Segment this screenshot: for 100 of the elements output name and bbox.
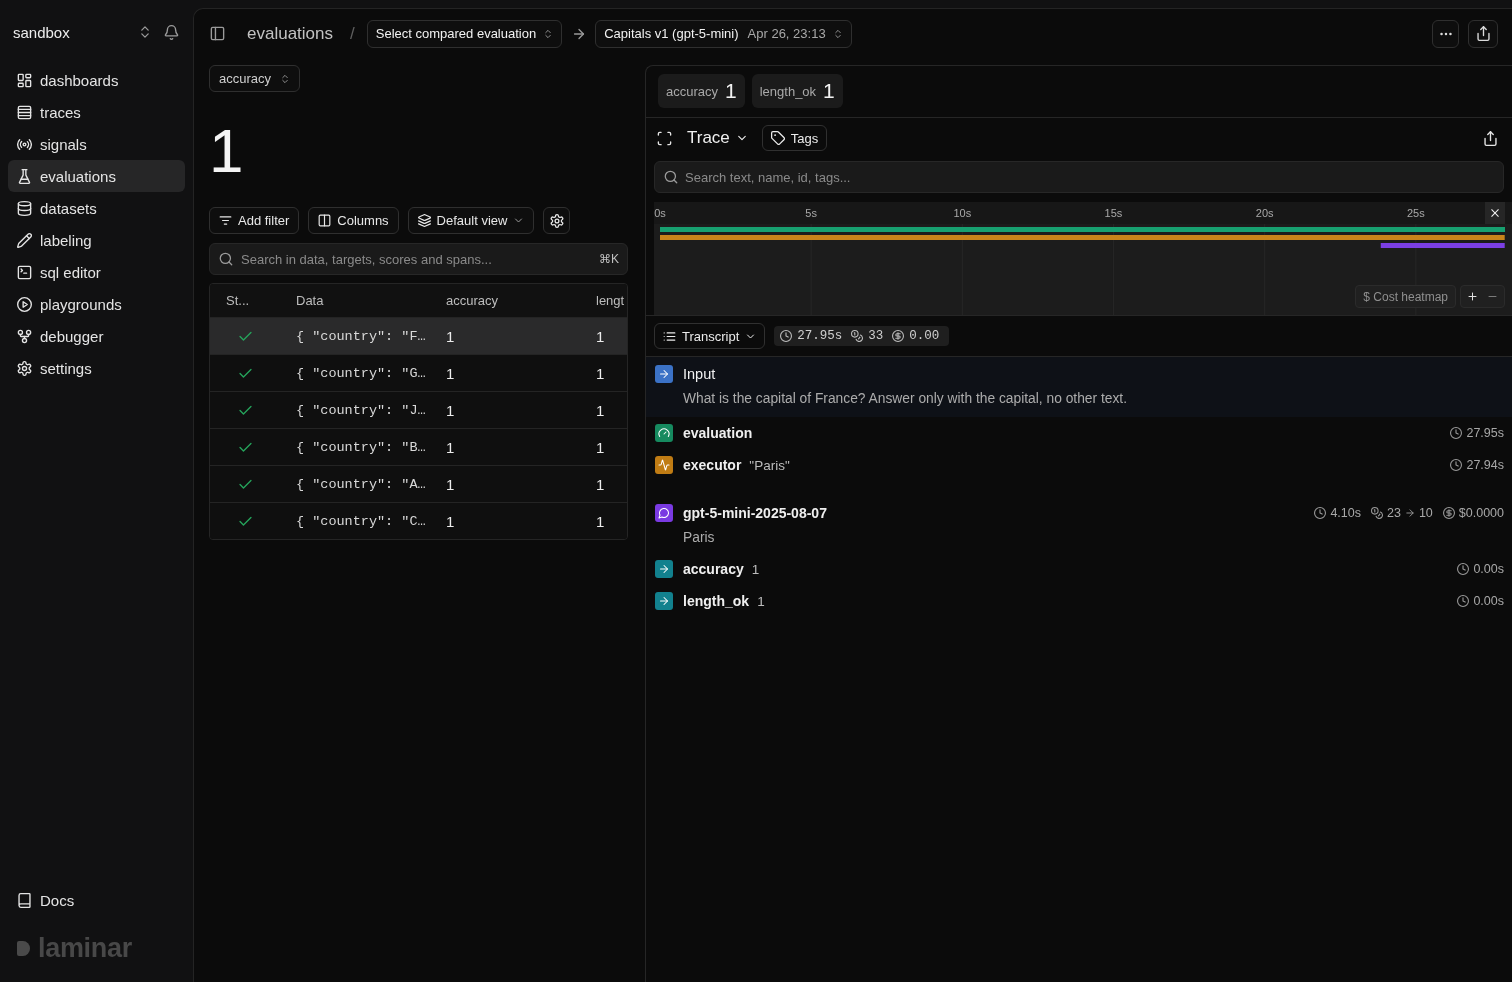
sidebar-item[interactable]: datasets [8, 192, 185, 224]
span-name: Input [683, 366, 716, 382]
table-rows-icon [17, 104, 32, 120]
toolbar-button[interactable]: Add filter [209, 207, 300, 234]
sidebar-item[interactable]: evaluations [8, 160, 185, 192]
search-icon [219, 252, 233, 266]
layers-icon [417, 214, 431, 227]
span-name: length_ok [683, 593, 750, 609]
docs-link[interactable]: Docs [8, 884, 185, 916]
flask-icon [17, 168, 32, 184]
table-cell-text: { "country": "C… [295, 513, 427, 529]
score-name: length_ok [759, 83, 817, 99]
pulse-icon [655, 456, 673, 474]
span-name: executor [683, 457, 742, 473]
evaluation-select[interactable]: Capitals v1 (gpt-5-mini) Apr 26, 23:13 [595, 19, 852, 48]
clock-icon [1450, 459, 1463, 471]
table-cell-text: 1 [595, 438, 606, 456]
span-output: "Paris" [749, 457, 790, 473]
view-dropdown[interactable]: Default view [407, 207, 535, 234]
sidebar-item[interactable]: traces [8, 96, 185, 128]
close-button[interactable] [1485, 202, 1505, 224]
sidebar-item[interactable]: debugger [8, 320, 185, 352]
sidebar-item[interactable]: playgrounds [8, 288, 185, 320]
database-icon [17, 200, 32, 216]
cost-text: 0.00 [909, 329, 940, 343]
sidebar-item[interactable]: settings [8, 352, 185, 384]
arrow-right-icon [655, 365, 673, 383]
table-cell-text: { "country": "A… [295, 476, 427, 492]
dollar-circle-icon [892, 330, 905, 342]
keyboard-shortcut: ⌘K [599, 252, 619, 266]
score-value: 1 [823, 79, 835, 103]
breadcrumb-link[interactable]: evaluations [247, 23, 333, 44]
chevrons-up-down-icon[interactable] [138, 25, 152, 39]
sidebar-item[interactable]: signals [8, 128, 185, 160]
settings-icon [17, 360, 32, 376]
span-duration: 27.94s [1466, 458, 1504, 472]
arrow-right-icon [1404, 508, 1415, 518]
plus-icon[interactable] [1467, 291, 1478, 302]
table-cell-text: { "country": "B… [295, 439, 427, 455]
clock-icon [1457, 563, 1470, 575]
coins-icon [851, 330, 864, 342]
dollar-circle-icon [1442, 507, 1455, 519]
more-button[interactable] [1432, 19, 1459, 48]
cost-heatmap-button[interactable]: $ Cost heatmap [1355, 285, 1456, 308]
bell-icon[interactable] [164, 24, 179, 40]
axis-tick-label: 25s [1406, 207, 1425, 219]
compare-evaluation-select[interactable]: Select compared evaluation [366, 19, 563, 48]
arrow-right-icon [655, 592, 673, 610]
table-cell-text: { "country": "G… [295, 365, 427, 381]
share-button[interactable] [1468, 19, 1498, 48]
span-name: evaluation [683, 425, 753, 441]
chevrons-up-down-icon [832, 28, 843, 39]
axis-tick-label: 10s [953, 207, 972, 219]
sidebar-item[interactable]: sql editor [8, 256, 185, 288]
clock-icon [1457, 595, 1470, 607]
view-select[interactable]: Transcript [654, 323, 766, 349]
radio-waves-icon [17, 136, 32, 152]
settings-icon [549, 213, 564, 228]
span-name: gpt-5-mini-2025-08-07 [683, 505, 827, 521]
coins-icon [1371, 507, 1383, 519]
score-value: 1 [725, 79, 737, 103]
table-cell-text: 1 [445, 364, 456, 382]
table-cell-text: 1 [595, 327, 606, 345]
table-cell-text: 1 [445, 512, 456, 530]
score-average: 1 [209, 120, 244, 182]
search-field[interactable]: Search text, name, id, tags... [654, 161, 1504, 193]
axis-tick-label: 0s [654, 207, 666, 219]
axis-tick-label: 5s [805, 207, 817, 219]
tags-button[interactable]: Tags [761, 125, 828, 151]
score-select[interactable]: accuracy [209, 65, 301, 92]
output-tokens: 10 [1418, 506, 1433, 520]
workspace-name[interactable]: sandbox [13, 23, 126, 41]
share-icon[interactable] [1483, 130, 1498, 146]
clock-icon [1450, 427, 1463, 439]
span-duration: 0.00s [1473, 562, 1504, 576]
span-duration: 4.10s [1330, 506, 1361, 520]
breadcrumb-separator: / [350, 23, 355, 44]
gauge-icon [655, 424, 673, 442]
arrow-right-icon [655, 560, 673, 578]
span-name: accuracy [683, 561, 744, 577]
table-row[interactable]: { "country": "F… 1 1 [210, 317, 627, 354]
table-row[interactable]: { "country": "C… 1 1 [210, 502, 627, 539]
dashboard-grid-icon [17, 72, 32, 88]
table-settings-button[interactable] [543, 207, 571, 234]
span-output: 1 [757, 593, 765, 609]
toolbar-button[interactable]: Columns [308, 207, 399, 234]
table-cell-text: 1 [445, 475, 456, 493]
table-cell-text: 1 [595, 364, 606, 382]
sidebar-toggle-icon[interactable] [210, 26, 225, 41]
sidebar-item[interactable]: labeling [8, 224, 185, 256]
trace-menu[interactable]: Trace [687, 128, 748, 148]
table-cell-text: 1 [445, 327, 456, 345]
span-output: 1 [751, 561, 760, 577]
span-detail: Paris [682, 529, 716, 547]
token-count: 33 [868, 329, 884, 343]
fullscreen-icon[interactable] [657, 130, 672, 146]
sidebar-item[interactable]: dashboards [8, 64, 185, 96]
table-cell-text: 1 [595, 512, 606, 530]
column-header: Data [295, 293, 325, 308]
share-icon [1475, 26, 1491, 41]
